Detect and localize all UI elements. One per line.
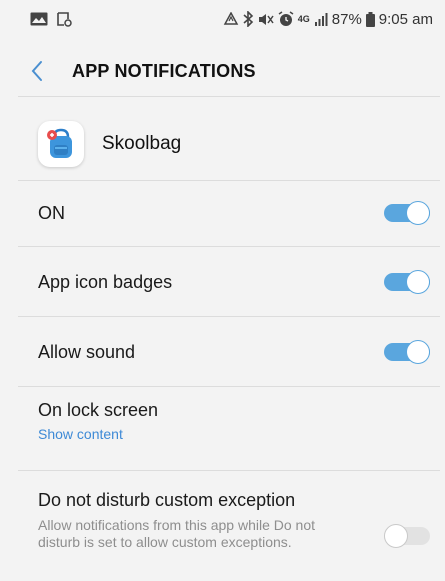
- setting-label-app-icon-badges: App icon badges: [38, 271, 173, 292]
- app-icon: [38, 121, 84, 167]
- app-name: Skoolbag: [102, 133, 182, 154]
- chevron-left-icon: [31, 61, 42, 81]
- setting-row-lock-screen[interactable]: On lock screen Show content: [18, 400, 440, 458]
- dnd-exception-toggle[interactable]: [384, 524, 430, 548]
- app-bar: APP NOTIFICATIONS: [0, 48, 445, 94]
- toggle-thumb: [406, 270, 430, 294]
- divider: [18, 386, 440, 387]
- dnd-text-block: Do not disturb custom exception Allow no…: [38, 490, 328, 551]
- setting-row-on[interactable]: ON: [18, 182, 440, 244]
- battery-percent: 87%: [331, 10, 362, 28]
- status-bar: 4G 87% 9:05 am: [0, 0, 445, 38]
- page-title: APP NOTIFICATIONS: [72, 60, 256, 81]
- divider: [18, 180, 440, 181]
- gallery-icon: [30, 12, 48, 26]
- network-type-label: 4G: [297, 13, 310, 24]
- toggle-thumb: [406, 201, 430, 225]
- battery-icon: [365, 11, 375, 27]
- divider: [18, 470, 440, 471]
- recycle-icon: [223, 11, 239, 25]
- status-right: 4G 87% 9:05 am: [223, 11, 433, 28]
- backpack-icon: [47, 128, 72, 158]
- status-time: 9:05 am: [378, 10, 433, 28]
- screen-recorder-icon: [57, 12, 72, 27]
- setting-row-app-icon-badges[interactable]: App icon badges: [18, 248, 440, 316]
- alarm-icon: [278, 11, 294, 26]
- status-left: [30, 11, 72, 27]
- dnd-exception-description: Allow notifications from this app while …: [38, 517, 316, 550]
- setting-label-on: ON: [38, 202, 65, 223]
- bluetooth-icon: [243, 11, 253, 27]
- setting-label-lock-screen: On lock screen: [38, 400, 159, 420]
- back-button[interactable]: [30, 51, 58, 91]
- divider: [18, 316, 440, 317]
- divider: [18, 96, 440, 97]
- setting-row-allow-sound[interactable]: Allow sound: [18, 318, 440, 386]
- setting-label-allow-sound: Allow sound: [38, 341, 136, 362]
- app-icon-badges-toggle[interactable]: [384, 270, 430, 294]
- signal-icon: [314, 13, 328, 26]
- lock-screen-value: Show content: [38, 426, 123, 442]
- mute-icon: [258, 13, 274, 25]
- setting-label-dnd-exception: Do not disturb custom exception: [38, 490, 296, 510]
- toggle-thumb: [384, 524, 408, 548]
- app-notifications-screen: 4G 87% 9:05 am APP NOTIFICATIONS Skoolba…: [0, 0, 445, 581]
- on-toggle[interactable]: [384, 201, 430, 225]
- app-info-row: Skoolbag: [18, 108, 440, 180]
- divider: [18, 246, 440, 247]
- allow-sound-toggle[interactable]: [384, 340, 430, 364]
- setting-row-dnd-exception[interactable]: Do not disturb custom exception Allow no…: [18, 490, 440, 580]
- toggle-thumb: [406, 340, 430, 364]
